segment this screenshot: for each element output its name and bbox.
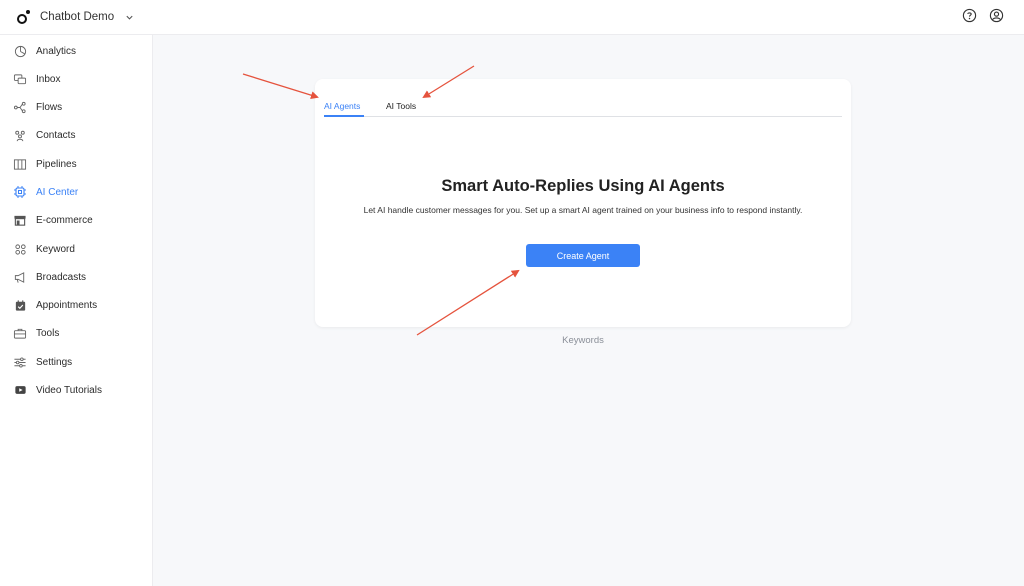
top-bar: Chatbot Demo (0, 0, 1024, 35)
megaphone-icon (13, 270, 27, 284)
sidebar-item-label: Flows (36, 101, 63, 113)
sidebar-item-label: Broadcasts (36, 271, 87, 283)
sidebar-item-label: Keyword (36, 243, 75, 255)
create-agent-button[interactable]: Create Agent (526, 244, 640, 267)
sidebar-item-keyword[interactable]: Keyword (0, 237, 152, 261)
sidebar-item-label: AI Center (36, 186, 79, 198)
sidebar-item-analytics[interactable]: Analytics (0, 39, 152, 63)
toolbox-icon (13, 326, 27, 340)
sidebar: Analytics Inbox Flows Contacts Pipelines… (0, 35, 153, 586)
ai-chip-icon (13, 185, 27, 199)
keywords-link[interactable]: Keywords (315, 335, 851, 346)
store-icon (13, 213, 27, 227)
sidebar-item-pipelines[interactable]: Pipelines (0, 152, 152, 176)
sidebar-item-label: Pipelines (36, 158, 77, 170)
sidebar-item-label: Tools (36, 327, 60, 339)
tab-ai-agents[interactable]: AI Agents (324, 101, 364, 117)
keyword-icon (13, 242, 27, 256)
empty-state-description: Let AI handle customer messages for you.… (363, 205, 803, 215)
sidebar-item-label: E-commerce (36, 214, 93, 226)
sidebar-item-label: Analytics (36, 45, 77, 57)
sidebar-item-inbox[interactable]: Inbox (0, 67, 152, 91)
sidebar-item-settings[interactable]: Settings (0, 350, 152, 374)
sidebar-item-label: Settings (36, 356, 73, 368)
sidebar-item-appointments[interactable]: Appointments (0, 293, 152, 317)
sidebar-item-e-commerce[interactable]: E-commerce (0, 208, 152, 232)
sidebar-item-tools[interactable]: Tools (0, 321, 152, 345)
workspace-name: Chatbot Demo (40, 11, 115, 23)
sidebar-item-ai-center[interactable]: AI Center (0, 180, 152, 204)
sidebar-item-video-tutorials[interactable]: Video Tutorials (0, 378, 152, 402)
pipelines-icon (13, 157, 27, 171)
sidebar-item-label: Appointments (36, 299, 98, 311)
empty-state-title: Smart Auto-Replies Using AI Agents (441, 177, 725, 195)
analytics-icon (13, 44, 27, 58)
arrow-to-ai-agents-tab (242, 73, 319, 100)
calendar-icon (13, 298, 27, 312)
sliders-icon (13, 355, 27, 369)
sidebar-item-flows[interactable]: Flows (0, 95, 152, 119)
workspace-switcher[interactable]: Chatbot Demo (16, 8, 134, 26)
sidebar-item-broadcasts[interactable]: Broadcasts (0, 265, 152, 289)
sidebar-item-label: Contacts (36, 129, 76, 141)
ai-agents-card: AI Agents AI Tools Smart Auto-Replies Us… (315, 79, 851, 327)
sidebar-item-label: Inbox (36, 73, 61, 85)
tab-bar: AI Agents AI Tools (324, 101, 842, 117)
sidebar-item-label: Video Tutorials (36, 384, 102, 396)
account-icon[interactable] (989, 8, 1004, 23)
app-logo-icon (16, 10, 30, 24)
tab-ai-tools[interactable]: AI Tools (386, 101, 426, 117)
contacts-icon (13, 128, 27, 142)
sidebar-item-contacts[interactable]: Contacts (0, 123, 152, 147)
inbox-icon (13, 72, 27, 86)
chevron-down-icon (124, 12, 134, 22)
video-icon (13, 383, 27, 397)
flows-icon (13, 100, 27, 114)
help-icon[interactable] (962, 8, 977, 23)
